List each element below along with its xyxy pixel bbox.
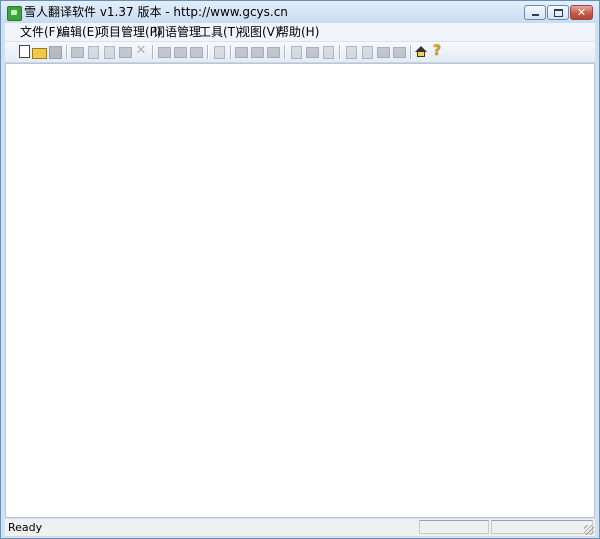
new-file-icon[interactable] [16, 45, 30, 58]
menu-edit[interactable]: 编辑(E) [58, 25, 99, 39]
send-icon[interactable] [321, 45, 335, 59]
menu-help[interactable]: 帮助(H) [277, 25, 319, 39]
status-text: Ready [8, 521, 43, 534]
menu-tools[interactable]: 工具(T) [199, 25, 240, 39]
title-bar[interactable]: 雪人翻译软件 v1.37 版本 - http://www.gcys.cn ✕ [1, 1, 599, 23]
view-a-icon[interactable] [344, 45, 358, 59]
toolbar-separator [207, 45, 209, 59]
toolbar-separator [410, 45, 412, 59]
term-add-icon[interactable] [234, 45, 248, 58]
help-icon[interactable]: ? [430, 43, 444, 59]
edit-doc-icon[interactable] [212, 45, 226, 59]
term-remove-icon[interactable] [250, 45, 264, 58]
minimize-button[interactable] [524, 5, 546, 20]
copy-icon[interactable] [102, 45, 116, 59]
menu-project[interactable]: 项目管理(P) [97, 25, 162, 39]
home-icon[interactable] [414, 45, 428, 58]
menu-bar: 文件(F) 编辑(E) 项目管理(P) 词语管理 工具(T) 视图(V) 帮助(… [5, 23, 595, 42]
paste-icon[interactable] [118, 45, 132, 58]
toolbar-separator [66, 45, 68, 59]
import-icon[interactable] [289, 45, 303, 59]
project-new-icon[interactable] [157, 45, 171, 58]
toolbar-separator [284, 45, 286, 59]
window-title: 雪人翻译软件 v1.37 版本 - http://www.gcys.cn [24, 5, 288, 19]
find-icon[interactable] [70, 45, 84, 58]
term-edit-icon[interactable] [266, 45, 280, 58]
status-bar: Ready [5, 519, 595, 536]
resize-grip-icon[interactable] [584, 525, 594, 535]
status-pane-1 [419, 520, 489, 534]
toolbar-separator [339, 45, 341, 59]
toolbar: ✕ ? [5, 42, 595, 63]
document-area[interactable] [5, 63, 595, 518]
status-pane-2 [491, 520, 593, 534]
project-save-icon[interactable] [189, 45, 203, 58]
menu-file[interactable]: 文件(F) [20, 25, 60, 39]
app-window: 雪人翻译软件 v1.37 版本 - http://www.gcys.cn ✕ 文… [0, 0, 600, 539]
toolbar-separator [152, 45, 154, 59]
save-icon[interactable] [48, 45, 62, 59]
menu-view[interactable]: 视图(V) [238, 25, 280, 39]
export-icon[interactable] [305, 45, 319, 58]
close-icon: ✕ [576, 6, 587, 19]
close-button[interactable]: ✕ [570, 5, 593, 20]
cut-icon[interactable] [86, 45, 100, 59]
view-c-icon[interactable] [376, 45, 390, 58]
maximize-button[interactable] [547, 5, 569, 20]
view-d-icon[interactable] [392, 45, 406, 58]
menu-terms[interactable]: 词语管理 [153, 25, 201, 39]
app-logo-icon [7, 6, 22, 21]
toolbar-separator [230, 45, 232, 59]
open-folder-icon[interactable] [32, 45, 47, 59]
delete-icon[interactable]: ✕ [134, 43, 148, 58]
view-b-icon[interactable] [360, 45, 374, 59]
project-open-icon[interactable] [173, 45, 187, 58]
